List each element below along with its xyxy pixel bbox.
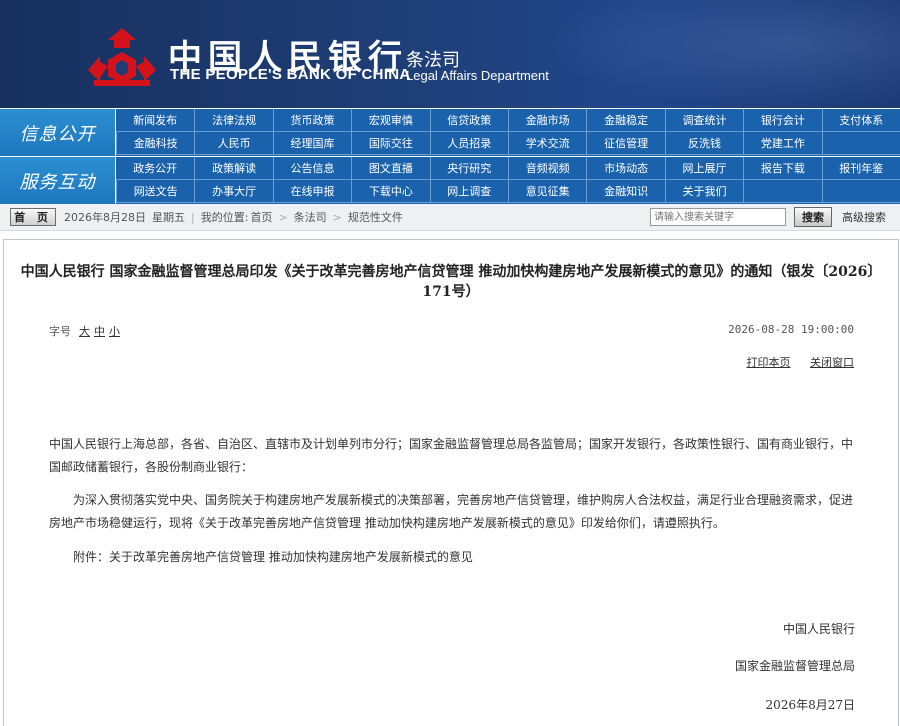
article-title: 中国人民银行 国家金融监督管理总局印发《关于改革完善房地产信贷管理 推动加快构建… [20, 264, 882, 300]
nav-item-empty [821, 132, 900, 155]
nav-item[interactable]: 金融科技 [116, 132, 195, 155]
article-body: 中国人民银行上海总部，各省、自治区、直辖市及计划单列市分行；国家金融监督管理总局… [49, 433, 857, 569]
signature-date: 2026年8月27日 [765, 698, 855, 712]
article-panel: 中国人民银行 国家金融监督管理总局印发《关于改革完善房地产信贷管理 推动加快构建… [3, 239, 899, 726]
article-actions: 打印本页 关闭窗口 [731, 354, 855, 370]
nav-item[interactable]: 关于我们 [664, 180, 744, 203]
nav-item[interactable]: 银行会计 [743, 109, 822, 132]
toolbar: 首 页 2026年8月28日 星期五 | 我的位置: 首页 > 条法司 > 规范… [0, 204, 900, 231]
search-button[interactable]: 搜索 [794, 207, 832, 227]
nav-item[interactable]: 公告信息 [272, 157, 352, 180]
advanced-search-link[interactable]: 高级搜索 [842, 209, 886, 225]
nav-item[interactable]: 网上展厅 [664, 157, 744, 180]
close-window-link[interactable]: 关闭窗口 [810, 356, 854, 369]
nav-item[interactable]: 音频视频 [508, 157, 587, 180]
print-link[interactable]: 打印本页 [747, 356, 791, 369]
nav-section-info: 信息公开 新闻发布 法律法规 货币政策 宏观审慎 信贷政策 金融市场 金融稳定 … [0, 108, 900, 156]
department-name-en: Legal Affairs Department [406, 68, 549, 83]
nav-item[interactable]: 报告下载 [743, 157, 822, 180]
breadcrumb-separator: > [332, 210, 342, 224]
nav-section-label[interactable]: 信息公开 [0, 109, 116, 156]
nav-item[interactable]: 办事大厅 [194, 180, 273, 203]
nav-item[interactable]: 政务公开 [116, 157, 195, 180]
nav-item[interactable]: 金融市场 [508, 109, 587, 132]
nav-item[interactable]: 金融稳定 [586, 109, 665, 132]
nav-item[interactable]: 法律法规 [194, 109, 273, 132]
nav-item[interactable]: 央行研究 [429, 157, 508, 180]
banner-glow [540, 0, 900, 108]
nav-item[interactable]: 宏观审慎 [351, 109, 430, 132]
nav-item[interactable]: 调查统计 [664, 109, 744, 132]
article-meta: 字号 大 中 小 2026-08-28 19:00:00 [49, 323, 854, 339]
breadcrumb-department[interactable]: 条法司 [294, 209, 327, 225]
divider: | [191, 210, 195, 224]
nav-item[interactable]: 国际交往 [351, 132, 430, 155]
font-size-large[interactable]: 大 [79, 323, 90, 339]
breadcrumb-current[interactable]: 规范性文件 [348, 209, 403, 225]
current-weekday: 星期五 [152, 211, 185, 224]
site-banner: 中国人民银行 THE PEOPLE'S BANK OF CHINA 条法司 Le… [0, 0, 900, 108]
nav-item[interactable]: 在线申报 [272, 180, 352, 203]
nav-item[interactable]: 学术交流 [508, 132, 587, 155]
search-input[interactable] [650, 208, 786, 226]
body-paragraph: 为深入贯彻落实党中央、国务院关于构建房地产发展新模式的决策部署，完善房地产信贷管… [49, 493, 854, 530]
pboc-emblem-icon [88, 28, 156, 86]
nav-item[interactable]: 市场动态 [586, 157, 665, 180]
nav-item-empty [821, 180, 900, 203]
location-label: 我的位置: [200, 211, 249, 224]
nav-section-service: 服务互动 政务公开 政策解读 公告信息 图文直播 央行研究 音频视频 市场动态 … [0, 156, 900, 204]
signer-nfra: 国家金融监督管理总局 [734, 659, 855, 673]
nav-item[interactable]: 报刊年鉴 [821, 157, 900, 180]
publish-datetime: 2026-08-28 19:00:00 [728, 323, 854, 336]
nav-grid: 政务公开 政策解读 公告信息 图文直播 央行研究 音频视频 市场动态 网上展厅 … [116, 157, 900, 204]
font-size-medium[interactable]: 中 [94, 323, 105, 339]
current-date: 2026年8月28日 [64, 211, 146, 224]
font-size-small[interactable]: 小 [109, 323, 120, 339]
nav-item[interactable]: 图文直播 [351, 157, 430, 180]
nav-item[interactable]: 党建工作 [743, 132, 822, 155]
nav-item[interactable]: 人员招录 [429, 132, 508, 155]
nav-item[interactable]: 货币政策 [272, 109, 352, 132]
nav-item[interactable]: 新闻发布 [116, 109, 195, 132]
bank-name-en: THE PEOPLE'S BANK OF CHINA [170, 66, 411, 83]
nav-item[interactable]: 政策解读 [194, 157, 273, 180]
nav-item[interactable]: 金融知识 [586, 180, 665, 203]
nav-item[interactable]: 人民币 [194, 132, 273, 155]
nav-item[interactable]: 下载中心 [351, 180, 430, 203]
font-size-label: 字号 [49, 325, 71, 338]
main-navigation: 信息公开 新闻发布 法律法规 货币政策 宏观审慎 信贷政策 金融市场 金融稳定 … [0, 108, 900, 204]
nav-grid: 新闻发布 法律法规 货币政策 宏观审慎 信贷政策 金融市场 金融稳定 调查统计 … [116, 109, 900, 156]
nav-item[interactable]: 征信管理 [586, 132, 665, 155]
nav-item[interactable]: 网上调查 [429, 180, 508, 203]
recipients-paragraph: 中国人民银行上海总部，各省、自治区、直辖市及计划单列市分行；国家金融监督管理总局… [49, 437, 854, 474]
nav-section-label[interactable]: 服务互动 [0, 157, 116, 204]
signer-pboc: 中国人民银行 [782, 622, 855, 636]
breadcrumb-home[interactable]: 首页 [250, 209, 272, 225]
attachment-link[interactable]: 附件：关于改革完善房地产信贷管理 推动加快构建房地产发展新模式的意见 [49, 546, 857, 569]
nav-item-empty [743, 180, 822, 203]
nav-item[interactable]: 网送文告 [116, 180, 195, 203]
nav-item[interactable]: 支付体系 [821, 109, 900, 132]
nav-item[interactable]: 信贷政策 [429, 109, 508, 132]
nav-item[interactable]: 经理国库 [272, 132, 352, 155]
nav-item[interactable]: 反洗钱 [664, 132, 744, 155]
breadcrumb-separator: > [278, 210, 288, 224]
nav-item[interactable]: 意见征集 [508, 180, 587, 203]
home-button[interactable]: 首 页 [10, 208, 56, 226]
